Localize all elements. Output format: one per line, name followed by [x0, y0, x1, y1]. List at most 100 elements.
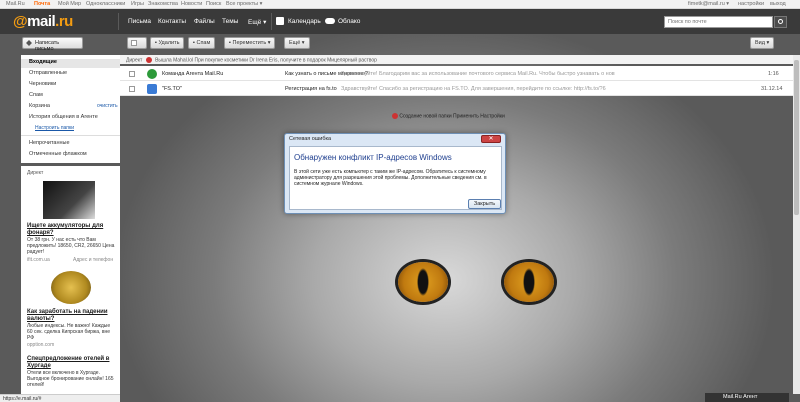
direct-row-label: Директ [126, 57, 143, 64]
checkbox-icon [131, 40, 137, 46]
direct-ad-row: Директ Вышла Mahal.lol При покупке косме… [120, 55, 796, 64]
ad-title-3[interactable]: Спецпредложение отелей в Хургаде [27, 356, 117, 370]
compose-button[interactable]: Написать письмо [22, 37, 83, 52]
close-icon: ✕ [488, 136, 494, 142]
folder-agent-history[interactable]: История общения в Агенте [29, 114, 98, 120]
direct-ads-panel: Директ Ищете аккумуляторы для фонаря? От… [21, 166, 120, 396]
agent-label: Mail.Ru Агент [723, 394, 758, 400]
message-subject: Регистрация на fs.to [285, 86, 337, 92]
filter-flagged[interactable]: Отмеченные флажком [29, 151, 87, 157]
mailru-logo[interactable]: @mail.ru [13, 13, 73, 30]
dialog-title: Сетевая ошибка [289, 136, 332, 142]
portal-link-mail[interactable]: Почта [34, 1, 50, 7]
ad-icon [145, 57, 152, 63]
delete-button[interactable]: ▪ Удалить [150, 37, 185, 49]
spam-label: Спам [196, 40, 211, 46]
select-all-checkbox[interactable] [127, 37, 147, 49]
search-icon [778, 19, 783, 24]
status-bar-url: https://e.mail.ru/# [0, 394, 120, 402]
view-label: Вид ▾ [755, 40, 770, 46]
pencil-icon [26, 40, 32, 46]
nav-letters[interactable]: Письма [128, 18, 151, 25]
folder-tools-note: Создание новой папки Применить Настройки [392, 113, 505, 119]
more-label: Ещё ▾ [289, 40, 305, 46]
dialog-body: Обнаружен конфликт IP-адресов Windows В … [289, 146, 502, 210]
divider [271, 13, 272, 30]
ad-text-3: Отели все включено в Хургаде. Выгодное б… [27, 370, 114, 388]
folder-trash[interactable]: Корзина [29, 103, 50, 109]
configure-folders-link[interactable]: Настроить папки [35, 125, 74, 131]
ad-title-1[interactable]: Ищете аккумуляторы для фонаря? [27, 223, 117, 237]
portal-link-ok[interactable]: Одноклассники [86, 1, 125, 7]
folder-inbox[interactable]: Входящие [21, 59, 120, 68]
message-sender: Команда Агента Mail.Ru [162, 71, 224, 77]
portal-link-dating[interactable]: Знакомства [148, 1, 178, 7]
cloud-icon [325, 18, 335, 24]
move-label: Переместить ▾ [232, 40, 271, 46]
portal-link-all[interactable]: Все проекты ▾ [226, 1, 262, 7]
folder-sent[interactable]: Отправленные [29, 70, 67, 76]
divider [21, 135, 120, 136]
info-icon [392, 113, 398, 119]
dialog-ok-button[interactable]: Закрыть [468, 199, 501, 209]
ip-conflict-dialog: Сетевая ошибка ✕ Обнаружен конфликт IP-а… [284, 133, 506, 214]
folder-spam[interactable]: Спам [29, 92, 43, 98]
scrollbar-thumb[interactable] [794, 60, 799, 215]
view-button[interactable]: Вид ▾ [750, 37, 775, 49]
message-checkbox[interactable] [129, 71, 135, 77]
search-input[interactable] [664, 16, 773, 28]
message-row[interactable]: "FS.TO" Регистрация на fs.to Здравствуйт… [120, 82, 796, 96]
nav-cloud[interactable]: Облако [338, 18, 360, 25]
nav-calendar[interactable]: Календарь [288, 18, 321, 25]
portal-bar: Mail.Ru Почта Мой Мир Одноклассники Игры… [0, 0, 800, 9]
divider [118, 13, 119, 30]
spam-button[interactable]: ▪ Спам [188, 37, 216, 49]
ad-text-2: Любые индексы. Не важно! Каждые 60 сек. … [27, 323, 111, 341]
nav-themes[interactable]: Темы [222, 18, 238, 25]
battery-ad-image[interactable] [43, 181, 95, 219]
portal-link-search[interactable]: Поиск [206, 1, 221, 7]
delete-label: Удалить [158, 40, 180, 46]
ad-title-2[interactable]: Как заработать на падении валюты? [27, 309, 117, 323]
sender-avatar [147, 84, 157, 94]
cat-eye-right [504, 262, 554, 302]
gold-coin-ad-image[interactable] [51, 271, 91, 304]
ad-contacts-1[interactable]: Адрес и телефон [73, 257, 113, 263]
nav-contacts[interactable]: Контакты [158, 18, 186, 25]
nav-files[interactable]: Файлы [194, 18, 215, 25]
portal-link-mymir[interactable]: Мой Мир [58, 1, 81, 7]
nav-more[interactable]: Ещё ▾ [248, 18, 266, 26]
move-button[interactable]: ▪ Переместить ▾ [224, 37, 276, 49]
direct-label: Директ [27, 170, 44, 176]
portal-link-games[interactable]: Игры [131, 1, 144, 7]
portal-link-news[interactable]: Новости [181, 1, 202, 7]
direct-row-text[interactable]: Вышла Mahal.lol При покупке косметики Dr… [155, 57, 377, 63]
portal-logout[interactable]: выход [770, 1, 786, 7]
mailru-agent-button[interactable]: Mail.Ru Агент [705, 393, 789, 402]
portal-link-mailru[interactable]: Mail.Ru [6, 1, 25, 7]
message-sender: "FS.TO" [162, 86, 182, 92]
filter-unread[interactable]: Непрочитанные [29, 140, 70, 146]
toolbar: ▪ Удалить ▪ Спам ▪ Переместить ▾ Ещё ▾ В… [120, 37, 800, 53]
message-time: 1:16 [768, 71, 779, 77]
more-button[interactable]: Ещё ▾ [284, 37, 310, 49]
message-checkbox[interactable] [129, 86, 135, 92]
folder-drafts[interactable]: Черновики [29, 81, 56, 87]
clear-trash-link[interactable]: очистить [97, 103, 118, 109]
message-time: 31.12.14 [761, 86, 783, 92]
dialog-heading: Обнаружен конфликт IP-адресов Windows [294, 153, 452, 162]
message-preview: Здравствуйте! Спасибо за регистрацию на … [341, 86, 606, 92]
cat-eye-left [398, 262, 448, 302]
portal-user[interactable]: fimetk@mail.ru ▾ [688, 1, 729, 7]
ad-url-1[interactable]: ifit.com.ua [27, 257, 50, 263]
message-preview: Здравствуйте! Благодарим вас за использо… [341, 71, 615, 77]
header: @mail.ru Письма Контакты Файлы Темы Ещё … [0, 9, 800, 34]
portal-settings[interactable]: настройки [738, 1, 764, 7]
search-button[interactable] [774, 16, 787, 28]
ad-url-2[interactable]: opption.com [27, 342, 54, 348]
message-row[interactable]: Команда Агента Mail.Ru Как узнать о пись… [120, 67, 796, 81]
message-list: Команда Агента Mail.Ru Как узнать о пись… [120, 66, 796, 96]
dialog-close-button[interactable]: ✕ [481, 135, 501, 143]
agent-avatar [147, 69, 157, 79]
folders-panel: Входящие Отправленные Черновики Спам Кор… [21, 55, 120, 163]
